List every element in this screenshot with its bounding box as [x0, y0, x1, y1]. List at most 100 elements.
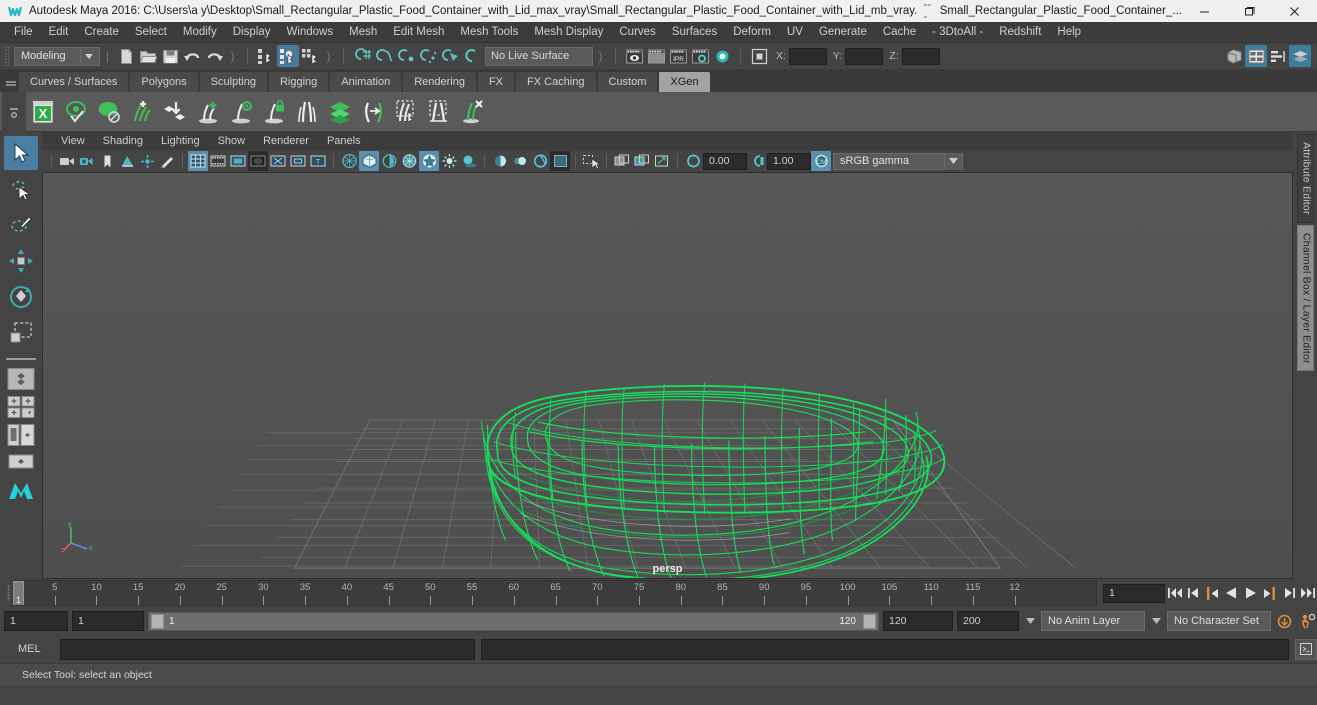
safe-action-icon[interactable]: [288, 151, 308, 171]
gamma-icon[interactable]: [747, 151, 767, 171]
xgen-layers-icon[interactable]: [323, 95, 356, 129]
wireframe-icon[interactable]: [339, 151, 359, 171]
select-tool-button[interactable]: [4, 136, 38, 170]
xgen-editor-icon[interactable]: X: [26, 95, 59, 129]
new-scene-icon[interactable]: [115, 45, 137, 67]
render-current-frame-icon[interactable]: [645, 45, 667, 67]
menu-select[interactable]: Select: [127, 22, 175, 43]
shade-selected-icon[interactable]: [379, 151, 399, 171]
menu-3dtoall[interactable]: - 3DtoAll -: [924, 22, 991, 43]
close-button[interactable]: [1272, 0, 1317, 22]
xgen-lock-guide-icon[interactable]: [257, 95, 290, 129]
menu-mesh-display[interactable]: Mesh Display: [526, 22, 611, 43]
xgen-clear-region-icon[interactable]: [422, 95, 455, 129]
move-tool-button[interactable]: [4, 244, 38, 278]
menu-edit[interactable]: Edit: [41, 22, 77, 43]
use-all-lights-icon[interactable]: [439, 151, 459, 171]
view-transform-icon[interactable]: CM: [811, 151, 831, 171]
camera-attributes-icon[interactable]: [77, 151, 97, 171]
xgen-add-description-icon[interactable]: [125, 95, 158, 129]
show-hide-channel-box-icon[interactable]: [1289, 45, 1311, 67]
menu-mesh[interactable]: Mesh: [341, 22, 385, 43]
viewport-menu-shading[interactable]: Shading: [94, 132, 152, 150]
viewport-menu-panels[interactable]: Panels: [318, 132, 370, 150]
coord-z-input[interactable]: [901, 47, 940, 65]
mel-command-input[interactable]: [60, 638, 475, 660]
xgen-preview-icon[interactable]: [59, 95, 92, 129]
shelf-tab-curves-surfaces[interactable]: Curves / Surfaces: [18, 72, 129, 92]
menu-redshift[interactable]: Redshift: [991, 22, 1049, 43]
shelf-tab-custom[interactable]: Custom: [596, 72, 658, 92]
time-slider-playhead[interactable]: 1: [13, 581, 24, 605]
menuset-selector[interactable]: Modeling: [14, 46, 100, 66]
animation-preferences-icon[interactable]: [1298, 610, 1317, 632]
range-slider-left-handle[interactable]: [151, 613, 164, 629]
grease-pencil-icon[interactable]: [157, 151, 177, 171]
four-view-layout-button[interactable]: [4, 394, 38, 420]
render-settings-icon[interactable]: [689, 45, 711, 67]
select-by-object-icon[interactable]: [277, 45, 299, 67]
texture-icon[interactable]: [419, 151, 439, 171]
shadows-icon[interactable]: [459, 151, 479, 171]
range-slider-bar[interactable]: 1 120: [148, 611, 879, 631]
current-frame-input[interactable]: 1: [1103, 583, 1165, 603]
range-start-input[interactable]: 1: [72, 611, 144, 631]
statusline-grip[interactable]: [4, 46, 10, 66]
xgen-region-select-icon[interactable]: [389, 95, 422, 129]
shelf-options-grip[interactable]: [2, 91, 26, 132]
menu-windows[interactable]: Windows: [278, 22, 341, 43]
character-set-menu-caret-icon[interactable]: [1149, 618, 1163, 624]
go-to-start-icon[interactable]: [1165, 582, 1184, 604]
character-set-select[interactable]: No Character Set: [1167, 611, 1271, 631]
select-by-component-icon[interactable]: [299, 45, 321, 67]
menu-help[interactable]: Help: [1049, 22, 1089, 43]
wireframe-on-shaded-icon[interactable]: [399, 151, 419, 171]
viewport-menu-renderer[interactable]: Renderer: [254, 132, 318, 150]
select-camera-icon[interactable]: [57, 151, 77, 171]
menu-deform[interactable]: Deform: [725, 22, 779, 43]
grid-icon[interactable]: [188, 151, 208, 171]
render-view-icon[interactable]: [623, 45, 645, 67]
snap-to-curve-icon[interactable]: [373, 45, 395, 67]
play-backwards-icon[interactable]: [1222, 582, 1241, 604]
xray-joints-icon[interactable]: [612, 151, 632, 171]
persp-graph-layout-button[interactable]: [4, 450, 38, 476]
viewport-menu-view[interactable]: View: [52, 132, 94, 150]
multisample-icon[interactable]: [530, 151, 550, 171]
maya-bookmark-icon[interactable]: [4, 478, 38, 504]
live-surface-field[interactable]: No Live Surface: [485, 46, 593, 66]
shelf-tab-sculpting[interactable]: Sculpting: [198, 72, 267, 92]
menu-file[interactable]: File: [6, 22, 41, 43]
menu-edit-mesh[interactable]: Edit Mesh: [385, 22, 452, 43]
rotate-tool-button[interactable]: [4, 280, 38, 314]
shelf-tab-animation[interactable]: Animation: [329, 72, 402, 92]
ipr-render-icon[interactable]: IPR: [667, 45, 689, 67]
gamma-input[interactable]: 1.00: [767, 152, 811, 170]
menu-generate[interactable]: Generate: [811, 22, 875, 43]
shelf-tab-rendering[interactable]: Rendering: [402, 72, 476, 92]
step-forward-frame-icon[interactable]: [1260, 582, 1279, 604]
menu-uv[interactable]: UV: [779, 22, 811, 43]
time-slider-track[interactable]: 1 5 10 15 20 25 30 35 40 45 50 55 60 65 70 75 80 85 90 95 1…: [12, 580, 1097, 606]
resolution-gate-icon[interactable]: [228, 151, 248, 171]
snap-to-point-icon[interactable]: [395, 45, 417, 67]
menu-cache[interactable]: Cache: [875, 22, 924, 43]
redo-icon[interactable]: [203, 45, 225, 67]
shelf-grip[interactable]: [4, 72, 18, 92]
show-hide-attribute-editor-icon[interactable]: [1245, 45, 1267, 67]
play-forwards-icon[interactable]: [1241, 582, 1260, 604]
lasso-select-tool-button[interactable]: [4, 172, 38, 206]
xray-icon[interactable]: [581, 151, 601, 171]
single-perspective-layout-button[interactable]: [4, 366, 38, 392]
shelf-tab-fx[interactable]: FX: [476, 72, 515, 92]
anim-layer-menu-caret-icon[interactable]: [1023, 618, 1037, 624]
isolate-select-icon[interactable]: [550, 151, 570, 171]
step-forward-keyframe-icon[interactable]: [1279, 582, 1298, 604]
menu-create[interactable]: Create: [76, 22, 127, 43]
range-slider-right-handle[interactable]: [863, 613, 876, 629]
editor-layout-icon[interactable]: [748, 45, 770, 67]
persp-outliner-layout-button[interactable]: [4, 422, 38, 448]
screen-space-ao-icon[interactable]: [490, 151, 510, 171]
range-end-input[interactable]: 120: [883, 611, 953, 631]
color-profile-select[interactable]: sRGB gamma: [833, 152, 963, 170]
